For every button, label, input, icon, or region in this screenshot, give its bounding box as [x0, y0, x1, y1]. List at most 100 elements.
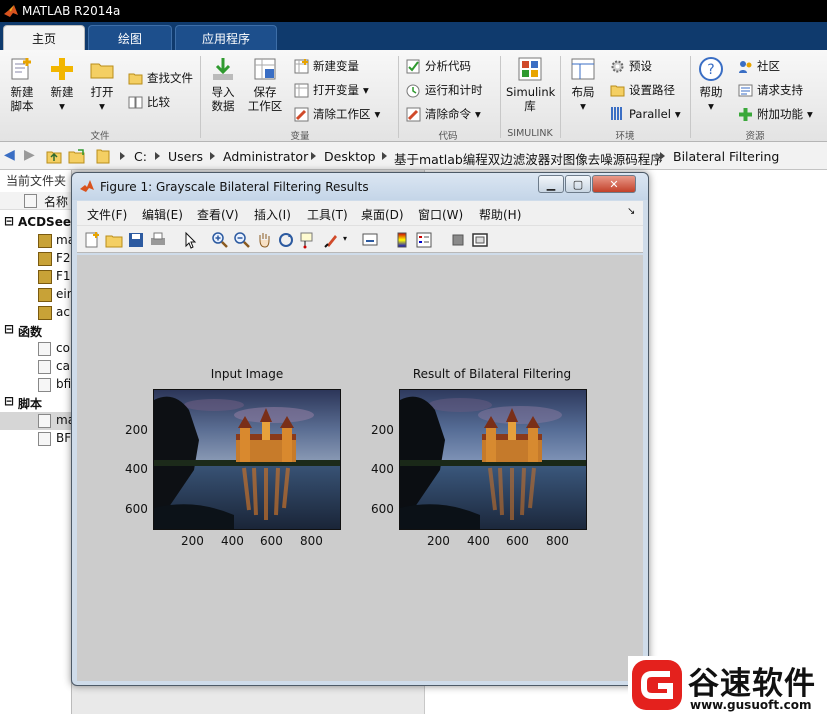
brush-icon[interactable] [323, 231, 341, 249]
import-data-button[interactable]: 导入 数据 [206, 56, 240, 113]
data-cursor-icon[interactable] [299, 231, 317, 249]
simulink-library-button[interactable]: Simulink 库 [506, 56, 555, 113]
rotate-3d-icon[interactable] [277, 231, 295, 249]
back-arrow-icon[interactable]: ◀ [4, 147, 15, 163]
zoom-in-icon[interactable] [211, 231, 229, 249]
section-simulink-label: SIMULINK [507, 128, 553, 139]
import-icon [213, 58, 233, 80]
print-icon[interactable] [149, 231, 167, 249]
list-item[interactable]: ca [0, 358, 72, 376]
breadcrumb-item[interactable]: Bilateral Filtering [673, 149, 779, 164]
breadcrumb-item[interactable]: 基于matlab编程双边滤波器对图像去噪源码程序 [394, 149, 663, 168]
close-button[interactable]: ✕ [592, 175, 636, 193]
menu-view[interactable]: 查看(V) [197, 206, 239, 223]
axes-input-image[interactable] [153, 389, 341, 530]
figure-title: Figure 1: Grayscale Bilateral Filtering … [100, 180, 369, 194]
menu-tools[interactable]: 工具(T) [307, 206, 348, 223]
up-folder-icon[interactable] [46, 148, 62, 164]
open-variable-button[interactable]: 打开变量 ▾ [294, 82, 369, 98]
list-item[interactable]: bfi [0, 376, 72, 394]
tab-home[interactable]: 主页 [3, 25, 85, 50]
pan-icon[interactable] [255, 231, 273, 249]
clear-workspace-button[interactable]: 清除工作区 ▾ [294, 106, 380, 122]
pointer-icon[interactable] [181, 231, 199, 249]
browse-folder-icon[interactable] [68, 148, 86, 164]
figure-canvas[interactable]: Input Image 200 400 600 200 400 600 800 … [77, 255, 643, 681]
column-header[interactable]: 名称 [0, 192, 72, 210]
hide-plot-tools-icon[interactable] [449, 231, 467, 249]
group-header[interactable]: ⊟ 函数 [0, 322, 72, 340]
list-item[interactable]: ac [0, 304, 72, 322]
find-files-button[interactable]: 查找文件 [128, 70, 193, 86]
legend-icon[interactable] [415, 231, 433, 249]
new-script-button[interactable]: 新建 脚本 [6, 56, 38, 113]
parallel-button[interactable]: Parallel ▾ [610, 106, 681, 121]
list-item[interactable]: F2 [0, 250, 72, 268]
list-item[interactable]: ma [0, 232, 72, 250]
community-button[interactable]: 社区 [738, 58, 780, 74]
layout-button[interactable]: 布局 ▾ [566, 56, 600, 113]
menu-desktop[interactable]: 桌面(D) [361, 206, 404, 223]
breadcrumb-item[interactable]: Administrator [223, 149, 308, 164]
gear-icon [611, 60, 624, 72]
menu-window[interactable]: 窗口(W) [418, 206, 463, 223]
new-figure-icon[interactable] [83, 231, 101, 249]
divider [398, 56, 399, 138]
open-button[interactable]: 打开 ▾ [86, 56, 118, 113]
clear-commands-button[interactable]: 清除命令 ▾ [406, 106, 481, 122]
script-file-icon [38, 432, 51, 446]
show-plot-tools-icon[interactable] [471, 231, 489, 249]
save-workspace-button[interactable]: 保存 工作区 [246, 56, 284, 113]
menu-edit[interactable]: 编辑(E) [142, 206, 183, 223]
collapse-icon[interactable]: ⊟ [4, 214, 14, 228]
breadcrumb-item[interactable]: C: [134, 149, 147, 164]
zoom-out-icon[interactable] [233, 231, 251, 249]
axes-result-image[interactable] [399, 389, 587, 530]
colorbar-icon[interactable] [393, 231, 411, 249]
maximize-button[interactable]: ▢ [565, 175, 591, 193]
new-variable-button[interactable]: 新建变量 [294, 58, 359, 74]
collapse-icon[interactable]: ⊟ [4, 394, 14, 408]
list-item[interactable]: BF [0, 430, 72, 448]
chevron-down-icon[interactable]: ▾ [343, 234, 347, 243]
list-item-label: F1 [56, 269, 71, 283]
analyze-code-button[interactable]: 分析代码 [406, 58, 471, 74]
menu-insert[interactable]: 插入(I) [254, 206, 291, 223]
request-support-icon [738, 84, 753, 96]
list-item[interactable]: F1 [0, 268, 72, 286]
help-button[interactable]: ? 帮助 ▾ [696, 56, 726, 113]
figure-titlebar[interactable]: Figure 1: Grayscale Bilateral Filtering … [72, 173, 648, 200]
list-item-label: ma [56, 413, 72, 427]
link-plot-icon[interactable] [361, 231, 379, 249]
breadcrumb-item[interactable]: Users [168, 149, 203, 164]
clear-commands-icon [406, 107, 421, 121]
minimize-button[interactable]: ▁ [538, 175, 564, 193]
collapse-icon[interactable]: ⊟ [4, 322, 14, 336]
new-button[interactable]: 新建 ▾ [46, 56, 78, 113]
request-support-button[interactable]: 请求支持 [738, 82, 803, 98]
breadcrumb-item[interactable]: Desktop [324, 149, 376, 164]
save-icon[interactable] [127, 231, 145, 249]
open-icon[interactable] [105, 231, 123, 249]
mat-file-icon [38, 270, 52, 284]
compare-label: 比较 [147, 95, 170, 109]
list-item[interactable]: ma [0, 412, 72, 430]
menu-file[interactable]: 文件(F) [87, 206, 127, 223]
set-path-button[interactable]: 设置路径 [610, 82, 675, 98]
list-item[interactable]: ein [0, 286, 72, 304]
menu-dock-icon[interactable]: ↘ [627, 206, 635, 217]
add-ons-button[interactable]: 附加功能 ▾ [738, 106, 813, 122]
menu-help[interactable]: 帮助(H) [479, 206, 521, 223]
compare-button[interactable]: 比较 [128, 94, 170, 110]
preferences-button[interactable]: 预设 [610, 58, 652, 74]
chevron-down-icon: ▾ [674, 106, 681, 121]
list-item[interactable]: co [0, 340, 72, 358]
tab-apps[interactable]: 应用程序 [175, 25, 277, 50]
parallel-icon [611, 107, 622, 120]
group-header[interactable]: ⊟ 脚本 [0, 394, 72, 412]
group-header[interactable]: ⊟ ACDSee [0, 214, 72, 232]
forward-arrow-icon[interactable]: ▶ [24, 147, 35, 163]
run-and-time-button[interactable]: 运行和计时 [406, 82, 483, 98]
figure-window: Figure 1: Grayscale Bilateral Filtering … [71, 172, 649, 686]
tab-plots[interactable]: 绘图 [88, 25, 172, 50]
